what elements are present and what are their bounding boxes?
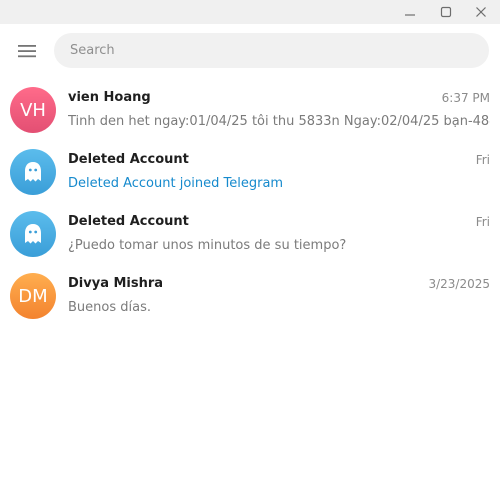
chat-last-message: Buenos días. <box>68 300 151 315</box>
chat-name: Divya Mishra <box>68 276 164 291</box>
ghost-icon <box>25 224 41 244</box>
avatar <box>10 149 56 195</box>
chat-last-message: ¿Puedo tomar unos minutos de su tiempo? <box>68 238 347 253</box>
avatar-initials: DM <box>18 285 48 307</box>
chat-time: 3/23/2025 <box>428 277 490 291</box>
close-button[interactable] <box>465 0 497 24</box>
maximize-button[interactable] <box>430 0 462 24</box>
avatar-initials: VH <box>20 99 46 121</box>
menu-button[interactable] <box>12 37 42 65</box>
ghost-icon <box>25 162 41 182</box>
chat-time: Fri <box>475 215 490 229</box>
search-input[interactable] <box>54 33 489 68</box>
chat-time: Fri <box>475 153 490 167</box>
chat-name: Deleted Account <box>68 152 189 167</box>
hamburger-menu-icon <box>18 45 36 58</box>
chat-name: vien Hoang <box>68 90 151 105</box>
chat-list-header <box>0 24 500 78</box>
chat-last-message: Deleted Account joined Telegram <box>68 176 284 191</box>
maximize-icon <box>440 6 452 18</box>
chat-list: VH vien Hoang 6:37 PM Tinh den het ngay:… <box>0 78 500 326</box>
chat-item-deleted-account[interactable]: Deleted Account Fri ¿Puedo tomar unos mi… <box>0 202 500 264</box>
chat-last-message: Tinh den het ngay:01/04/25 tôi thu 5833n… <box>68 114 490 129</box>
chat-item-vien-hoang[interactable]: VH vien Hoang 6:37 PM Tinh den het ngay:… <box>0 78 500 140</box>
chat-item-deleted-account[interactable]: Deleted Account Fri Deleted Account join… <box>0 140 500 202</box>
avatar: VH <box>10 87 56 133</box>
title-bar <box>0 0 500 24</box>
avatar <box>10 211 56 257</box>
chat-item-divya-mishra[interactable]: DM Divya Mishra 3/23/2025 Buenos días. <box>0 264 500 326</box>
chat-time: 6:37 PM <box>441 91 490 105</box>
minimize-button[interactable] <box>394 0 426 24</box>
chat-name: Deleted Account <box>68 214 189 229</box>
close-icon <box>476 7 486 17</box>
minimize-icon <box>405 14 415 16</box>
avatar: DM <box>10 273 56 319</box>
